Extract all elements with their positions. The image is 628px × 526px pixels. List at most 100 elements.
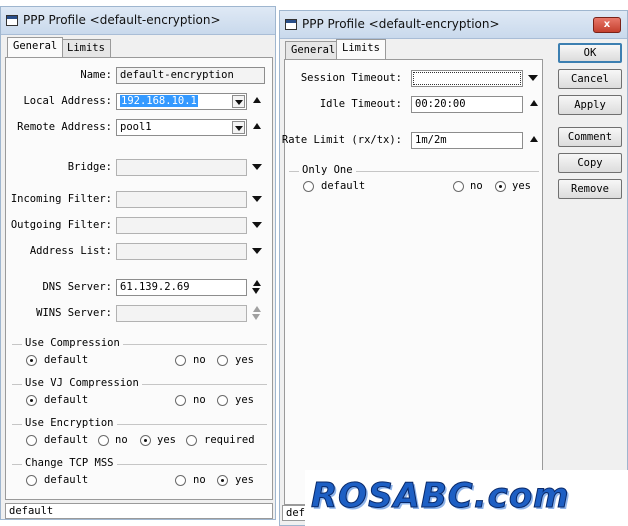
remote-address-dropdown-button[interactable] (232, 121, 245, 134)
use-vj-compression-no-radio[interactable] (175, 395, 186, 406)
copy-button[interactable]: Copy (558, 153, 622, 173)
change-tcp-mss-no-label: no (193, 474, 206, 486)
rosabc-watermark: ROSABC.com (305, 470, 628, 526)
address-list-label: Address List: (29, 245, 112, 257)
use-vj-compression-title: Use VJ Compression (22, 377, 142, 389)
use-encryption-required-radio[interactable] (186, 435, 197, 446)
remote-address-field[interactable]: pool1 (116, 119, 247, 136)
cancel-button[interactable]: Cancel (558, 69, 622, 89)
local-address-field[interactable]: 192.168.10.1 (116, 93, 247, 110)
comment-button[interactable]: Comment (558, 127, 622, 147)
idle-timeout-collapse-icon[interactable] (530, 100, 538, 106)
dns-server-add-icon[interactable] (253, 280, 261, 286)
change-tcp-mss-default-radio[interactable] (26, 475, 37, 486)
close-button[interactable]: x (593, 17, 621, 33)
use-vj-compression-yes-label: yes (235, 394, 254, 406)
use-compression-default-label: default (44, 354, 89, 366)
address-list-field[interactable] (116, 243, 247, 260)
use-encryption-yes-radio[interactable] (140, 435, 151, 446)
ok-button[interactable]: OK (558, 43, 622, 63)
outgoing-filter-field[interactable] (116, 217, 247, 234)
left-window-title: PPP Profile <default-encryption> (23, 13, 221, 27)
local-address-collapse-icon[interactable] (253, 97, 261, 103)
apply-button[interactable]: Apply (558, 95, 622, 115)
dns-server-remove-icon[interactable] (252, 288, 260, 294)
incoming-filter-dropdown-icon[interactable] (252, 196, 262, 202)
session-timeout-label: Session Timeout: (300, 72, 402, 84)
remote-address-label: Remote Address: (17, 121, 112, 133)
use-compression-no-label: no (193, 354, 206, 366)
bridge-label: Bridge: (67, 161, 112, 173)
use-encryption-title: Use Encryption (22, 417, 117, 429)
name-field[interactable]: default-encryption (116, 67, 265, 84)
only-one-no-radio[interactable] (453, 181, 464, 192)
remote-address-collapse-icon[interactable] (253, 123, 261, 129)
only-one-default-radio[interactable] (303, 181, 314, 192)
use-compression-default-radio[interactable] (26, 355, 37, 366)
only-one-yes-radio[interactable] (495, 181, 506, 192)
use-encryption-default-radio[interactable] (26, 435, 37, 446)
use-compression-title: Use Compression (22, 337, 123, 349)
use-encryption-no-radio[interactable] (98, 435, 109, 446)
only-one-title: Only One (299, 164, 356, 176)
bridge-field[interactable] (116, 159, 247, 176)
local-address-label: Local Address: (23, 95, 112, 107)
wins-server-field[interactable] (116, 305, 247, 322)
right-limits-panel: Session Timeout: Idle Timeout: 00:20:00 … (281, 59, 543, 505)
only-one-default-label: default (321, 180, 366, 192)
left-status-bar: default (5, 503, 273, 519)
incoming-filter-label: Incoming Filter: (10, 193, 112, 205)
use-compression-yes-radio[interactable] (217, 355, 228, 366)
right-title-bar[interactable]: PPP Profile <default-encryption> x (280, 11, 627, 39)
rate-limit-field[interactable]: 1m/2m (411, 132, 523, 149)
right-tab-general[interactable]: General (285, 41, 342, 59)
use-vj-compression-no-label: no (193, 394, 206, 406)
idle-timeout-label: Idle Timeout: (319, 98, 402, 110)
incoming-filter-field[interactable] (116, 191, 247, 208)
watermark-logo-text: ROSABC.com (311, 476, 570, 517)
use-encryption-default-label: default (44, 434, 89, 446)
session-timeout-dropdown-icon[interactable] (528, 75, 538, 81)
name-label: Name: (80, 69, 112, 81)
window-icon (6, 15, 18, 26)
change-tcp-mss-yes-radio[interactable] (217, 475, 228, 486)
use-encryption-yes-label: yes (157, 434, 176, 446)
local-address-dropdown-button[interactable] (232, 95, 245, 108)
only-one-yes-label: yes (512, 180, 531, 192)
only-one-no-label: no (470, 180, 483, 192)
outgoing-filter-dropdown-icon[interactable] (252, 222, 262, 228)
use-vj-compression-default-label: default (44, 394, 89, 406)
local-address-value: 192.168.10.1 (120, 95, 198, 107)
window-icon (285, 19, 297, 30)
wins-server-label: WINS Server: (36, 307, 112, 319)
use-encryption-no-label: no (115, 434, 128, 446)
address-list-dropdown-icon[interactable] (252, 248, 262, 254)
close-icon: x (603, 19, 611, 30)
use-vj-compression-yes-radio[interactable] (217, 395, 228, 406)
change-tcp-mss-no-radio[interactable] (175, 475, 186, 486)
dns-server-label: DNS Server: (42, 281, 112, 293)
right-window-title: PPP Profile <default-encryption> (302, 17, 500, 31)
change-tcp-mss-default-label: default (44, 474, 89, 486)
left-tab-limits[interactable]: Limits (61, 39, 111, 57)
use-encryption-required-label: required (204, 434, 255, 446)
right-profile-window: PPP Profile <default-encryption> x Gener… (279, 10, 628, 526)
change-tcp-mss-yes-label: yes (235, 474, 254, 486)
session-timeout-field[interactable] (411, 70, 523, 87)
left-title-bar[interactable]: PPP Profile <default-encryption> (1, 7, 275, 35)
left-tab-general[interactable]: General (7, 37, 64, 57)
remove-button[interactable]: Remove (558, 179, 622, 199)
right-tab-limits[interactable]: Limits (336, 39, 386, 59)
use-vj-compression-default-radio[interactable] (26, 395, 37, 406)
wins-server-remove-icon[interactable] (252, 314, 260, 320)
use-compression-no-radio[interactable] (175, 355, 186, 366)
use-compression-yes-label: yes (235, 354, 254, 366)
idle-timeout-field[interactable]: 00:20:00 (411, 96, 523, 113)
outgoing-filter-label: Outgoing Filter: (10, 219, 112, 231)
wins-server-add-icon[interactable] (253, 306, 261, 312)
left-general-panel: Name: default-encryption Local Address: … (5, 57, 273, 500)
bridge-dropdown-icon[interactable] (252, 164, 262, 170)
rate-limit-label: Rate Limit (rx/tx): (281, 134, 402, 146)
rate-limit-collapse-icon[interactable] (530, 136, 538, 142)
dns-server-field[interactable]: 61.139.2.69 (116, 279, 247, 296)
